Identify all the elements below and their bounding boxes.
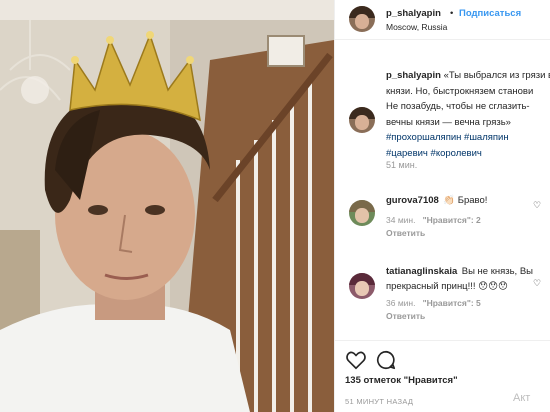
posted-time: 51 МИНУТ НАЗАД [345,397,414,406]
caption-time[interactable]: 51 мин. [386,160,417,170]
caption-username[interactable]: p_shalyapin [386,70,441,81]
separator-dot: • [450,8,454,19]
caption-line: «Ты выбрался из грязи в [443,70,550,81]
comment-item: gurova7108 👏🏻 Браво! [386,190,546,208]
likes-count[interactable]: 135 отметок "Нравится" [345,375,458,386]
caption-line: вечны князи — вечна грязь» [386,116,511,128]
comment-meta: 34 мин. "Нравится": 2 Ответить [386,215,481,238]
caption-text: p_shalyapin «Ты выбрался из грязи в княз… [386,68,550,161]
hashtag-link[interactable]: #царевич [386,148,428,159]
location-link[interactable]: Moscow, Russia [386,22,447,32]
comment-time[interactable]: 36 мин. [386,298,415,308]
post-image [0,0,334,412]
post-photo[interactable] [0,0,334,412]
comment-likes[interactable]: "Нравится": 2 [423,215,481,225]
post-side-panel: p_shalyapin • Подписаться Moscow, Russia… [334,0,550,412]
hashtag-link[interactable]: #прохоршаляпин [386,132,461,143]
comment-icon[interactable] [375,349,397,371]
hashtag-link[interactable]: #королевич [431,148,482,159]
reply-button[interactable]: Ответить [386,311,481,321]
heart-small-icon[interactable]: ♡ [533,200,542,210]
avatar[interactable] [349,6,375,32]
activation-watermark: Акт [513,392,531,404]
comment-username[interactable]: gurova7108 [386,195,439,206]
comment-text: прекрасный принц!!! 😯😯😯 [386,281,508,292]
caption-line: князи. Но, быстрокнязем станови [386,85,534,97]
comment-item: tatianaglinskaia Вы не князь, Вы прекрас… [386,262,546,294]
comment-avatar[interactable] [349,273,375,299]
comment-text: Вы не князь, Вы [461,266,534,277]
comment-text: 👏🏻 Браво! [443,195,488,206]
comment-avatar[interactable] [349,200,375,226]
action-bar [335,340,550,376]
comment-meta: 36 мин. "Нравится": 5 Ответить [386,298,481,321]
comment-username[interactable]: tatianaglinskaia [386,266,457,277]
username-link[interactable]: p_shalyapin [386,8,441,19]
hashtag-link[interactable]: #шаляпин [464,132,509,143]
caption-avatar[interactable] [349,107,375,133]
comment-likes[interactable]: "Нравится": 5 [423,298,481,308]
heart-icon[interactable] [345,349,367,371]
comment-time[interactable]: 34 мин. [386,215,415,225]
post-header: p_shalyapin • Подписаться Moscow, Russia [335,0,550,40]
follow-button[interactable]: Подписаться [459,8,521,19]
caption-line: Не позабудь, чтобы не сглазить- [386,101,530,112]
heart-small-icon[interactable]: ♡ [533,278,542,288]
reply-button[interactable]: Ответить [386,228,481,238]
